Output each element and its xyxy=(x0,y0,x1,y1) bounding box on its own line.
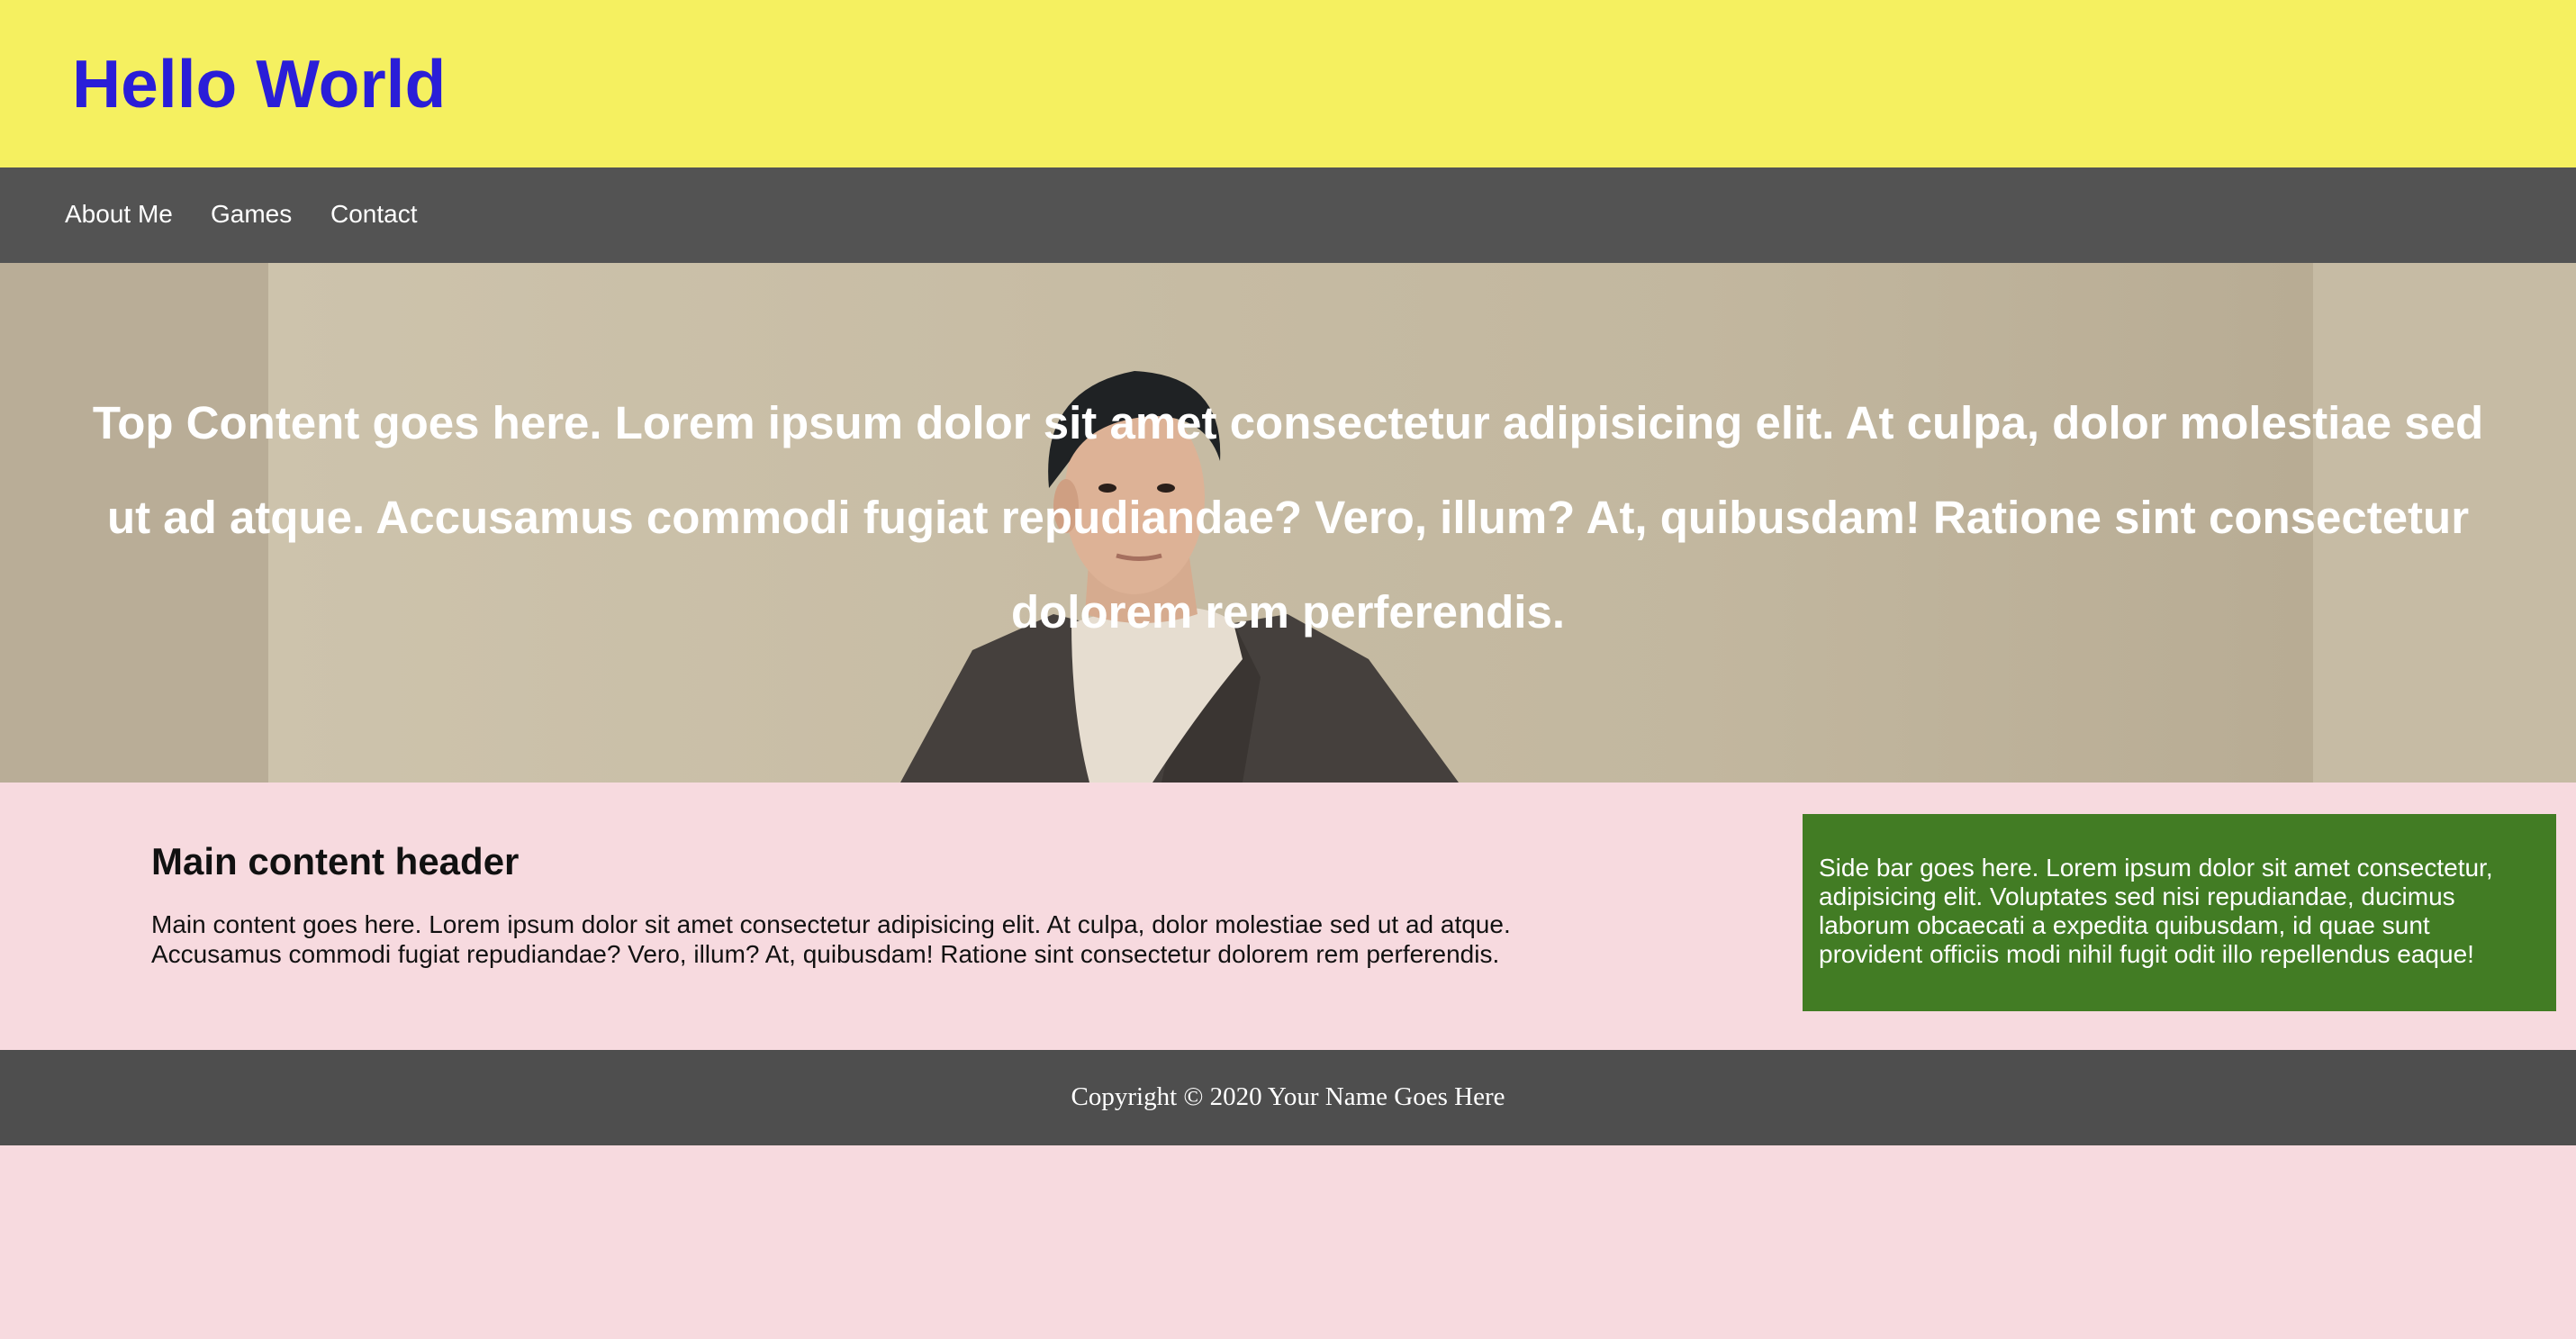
nav-link-about-me[interactable]: About Me xyxy=(65,198,173,231)
sidebar: Side bar goes here. Lorem ipsum dolor si… xyxy=(1803,814,2556,1011)
main-content-header: Main content header xyxy=(151,840,520,882)
site-header: Hello World xyxy=(0,0,2576,167)
nav-link-contact[interactable]: Contact xyxy=(330,198,418,231)
hero-banner: Top Content goes here. Lorem ipsum dolor… xyxy=(0,263,2576,783)
sidebar-text: Side bar goes here. Lorem ipsum dolor si… xyxy=(1819,854,2493,968)
main-nav: About Me Games Contact xyxy=(0,167,2576,263)
site-title: Hello World xyxy=(72,46,447,122)
site-footer: Copyright © 2020 Your Name Goes Here xyxy=(0,1050,2576,1145)
hero-text: Top Content goes here. Lorem ipsum dolor… xyxy=(92,397,2484,638)
main-content: Main content header Main content goes he… xyxy=(151,839,1556,969)
nav-link-games[interactable]: Games xyxy=(211,198,292,231)
main-content-text: Main content goes here. Lorem ipsum dolo… xyxy=(151,910,1511,969)
footer-copyright: Copyright © 2020 Your Name Goes Here xyxy=(1071,1082,1505,1111)
